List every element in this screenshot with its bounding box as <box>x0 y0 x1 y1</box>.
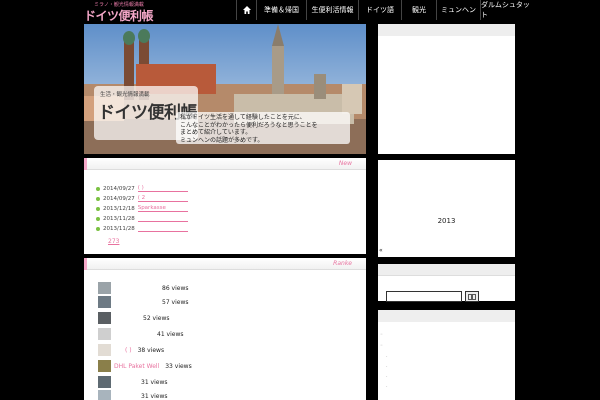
bullet-icon <box>96 207 100 211</box>
nav-item-german[interactable]: ドイツ語 <box>358 0 401 20</box>
list-bullet-icon: · <box>386 384 388 390</box>
view-count: 31 views <box>141 392 168 400</box>
post-title[interactable]: DHL Paket Well <box>114 363 159 370</box>
header-accent-bar <box>84 158 87 170</box>
list-bullet-icon: ◦ <box>380 332 383 338</box>
list-item: 2014/09/27 ( 2 <box>96 194 188 204</box>
sidebar-widget-top <box>378 24 515 154</box>
list-item: 2013/11/28 <box>96 224 188 234</box>
logo-title: ドイツ便利帳 <box>84 9 154 23</box>
bullet-icon <box>96 197 100 201</box>
site-header: ミラノ・観光情報満載 ドイツ便利帳 準備＆帰国 生便利活情報 ドイツ語 観光 ミ… <box>0 0 600 23</box>
hero-description: 私がドイツ生活を通して経験したことを元に、 こんなことがわかったら便利だろうなと… <box>176 112 350 144</box>
new-posts-panel: New 2014/09/27 ( ) 2014/09/27 ( 2 2013/1… <box>84 158 366 254</box>
site-logo[interactable]: ミラノ・観光情報満載 ドイツ便利帳 <box>84 1 164 23</box>
bullet-icon <box>96 227 100 231</box>
sidebar-widget-bottom: ◦ ◦ · · · · <box>378 310 515 400</box>
search-widget <box>378 264 515 302</box>
nav-item-preparation[interactable]: 準備＆帰国 <box>256 0 306 20</box>
hero-text-line: 私がドイツ生活を通して経験したことを元に、 <box>180 114 306 121</box>
new-panel-title: New <box>338 160 352 167</box>
ranking-row[interactable]: 41 views <box>98 328 183 340</box>
bullet-icon <box>96 187 100 191</box>
new-posts-list: 2014/09/27 ( ) 2014/09/27 ( 2 2013/12/18… <box>96 184 188 234</box>
widget-header <box>378 310 515 322</box>
view-count: 41 views <box>157 330 184 338</box>
list-bullet-icon: ◦ <box>380 343 383 349</box>
view-count: 33 views <box>165 362 192 370</box>
more-posts-link[interactable]: 273 <box>108 238 119 245</box>
post-link[interactable]: ( ) <box>137 185 188 192</box>
widget-header <box>378 24 515 36</box>
post-thumbnail[interactable] <box>98 312 111 324</box>
nav-item-living-info[interactable]: 生便利活情報 <box>306 0 358 20</box>
ranking-row[interactable]: 31 views <box>98 376 167 388</box>
hero-text-line: ミュンヘンの話題が多めです。 <box>180 136 264 144</box>
view-count: 86 views <box>162 284 189 292</box>
post-thumbnail[interactable] <box>98 344 111 356</box>
list-item: 2013/11/28 <box>96 214 188 224</box>
post-link[interactable]: Sparkasse <box>137 205 188 212</box>
ranking-panel-title: Ranke <box>333 260 352 267</box>
post-date: 2013/12/18 <box>103 206 135 212</box>
search-input[interactable] <box>386 291 462 302</box>
ranking-row[interactable]: 52 views <box>98 312 169 324</box>
search-button[interactable] <box>465 291 479 302</box>
hero-logo-subtitle: 生活・観光情報満載 <box>100 92 150 98</box>
post-link[interactable] <box>137 216 188 222</box>
home-icon <box>242 6 251 14</box>
bullet-icon <box>96 217 100 221</box>
calendar-prev-link[interactable]: « <box>379 247 383 254</box>
ranking-row[interactable]: ( ) 38 views <box>98 344 164 356</box>
new-panel-header: New <box>84 158 366 170</box>
post-thumbnail[interactable] <box>98 390 111 400</box>
post-thumbnail[interactable] <box>98 376 111 388</box>
view-count: 31 views <box>141 378 168 386</box>
post-link[interactable]: ( 2 <box>137 195 188 202</box>
post-link[interactable] <box>137 226 188 232</box>
nav-item-darmstadt[interactable]: ダルムシュタット <box>480 0 532 20</box>
list-item: 2014/09/27 ( ) <box>96 184 188 194</box>
nav-item-sightseeing[interactable]: 観光 <box>401 0 436 20</box>
list-bullet-icon: · <box>386 364 388 370</box>
calendar-year: 2013 <box>437 217 456 225</box>
post-thumbnail[interactable] <box>98 282 111 294</box>
search-icon <box>468 293 476 300</box>
ranking-row[interactable]: DHL Paket Well 33 views <box>98 360 192 372</box>
ranking-row[interactable]: 31 views <box>98 390 167 400</box>
nav-item-munich[interactable]: ミュンヘン <box>436 0 480 20</box>
post-title[interactable]: ( ) <box>125 347 132 354</box>
list-item: 2013/12/18 Sparkasse <box>96 204 188 214</box>
hero-text-line: まとめて紹介しています。 <box>180 129 252 136</box>
post-thumbnail[interactable] <box>98 296 111 308</box>
ranking-row[interactable]: 57 views <box>98 296 188 308</box>
calendar-widget: 2013 « <box>378 160 515 257</box>
post-thumbnail[interactable] <box>98 360 111 372</box>
hero-text-line: こんなことがわかったら便利だろうなと思うことを <box>180 121 318 129</box>
post-date: 2013/11/28 <box>103 226 135 232</box>
ranking-panel: Ranke 86 views 57 views 52 views 41 view… <box>84 258 366 400</box>
widget-header <box>378 264 515 276</box>
ranking-row[interactable]: 86 views <box>98 282 188 294</box>
main-nav: 準備＆帰国 生便利活情報 ドイツ語 観光 ミュンヘン ダルムシュタット <box>236 0 532 20</box>
post-date: 2014/09/27 <box>103 196 135 202</box>
view-count: 57 views <box>162 298 189 306</box>
nav-home[interactable] <box>236 0 256 20</box>
post-thumbnail[interactable] <box>98 328 111 340</box>
view-count: 38 views <box>137 346 165 354</box>
ranking-panel-header: Ranke <box>84 258 366 270</box>
view-count: 52 views <box>143 314 170 322</box>
post-date: 2013/11/28 <box>103 216 135 222</box>
post-date: 2014/09/27 <box>103 186 135 192</box>
header-accent-bar <box>84 258 87 270</box>
list-bullet-icon: · <box>386 374 388 380</box>
list-bullet-icon: · <box>386 354 388 360</box>
hero-banner: 生活・観光情報満載 ドイツ便利帳 私がドイツ生活を通して経験したことを元に、 こ… <box>84 24 366 154</box>
